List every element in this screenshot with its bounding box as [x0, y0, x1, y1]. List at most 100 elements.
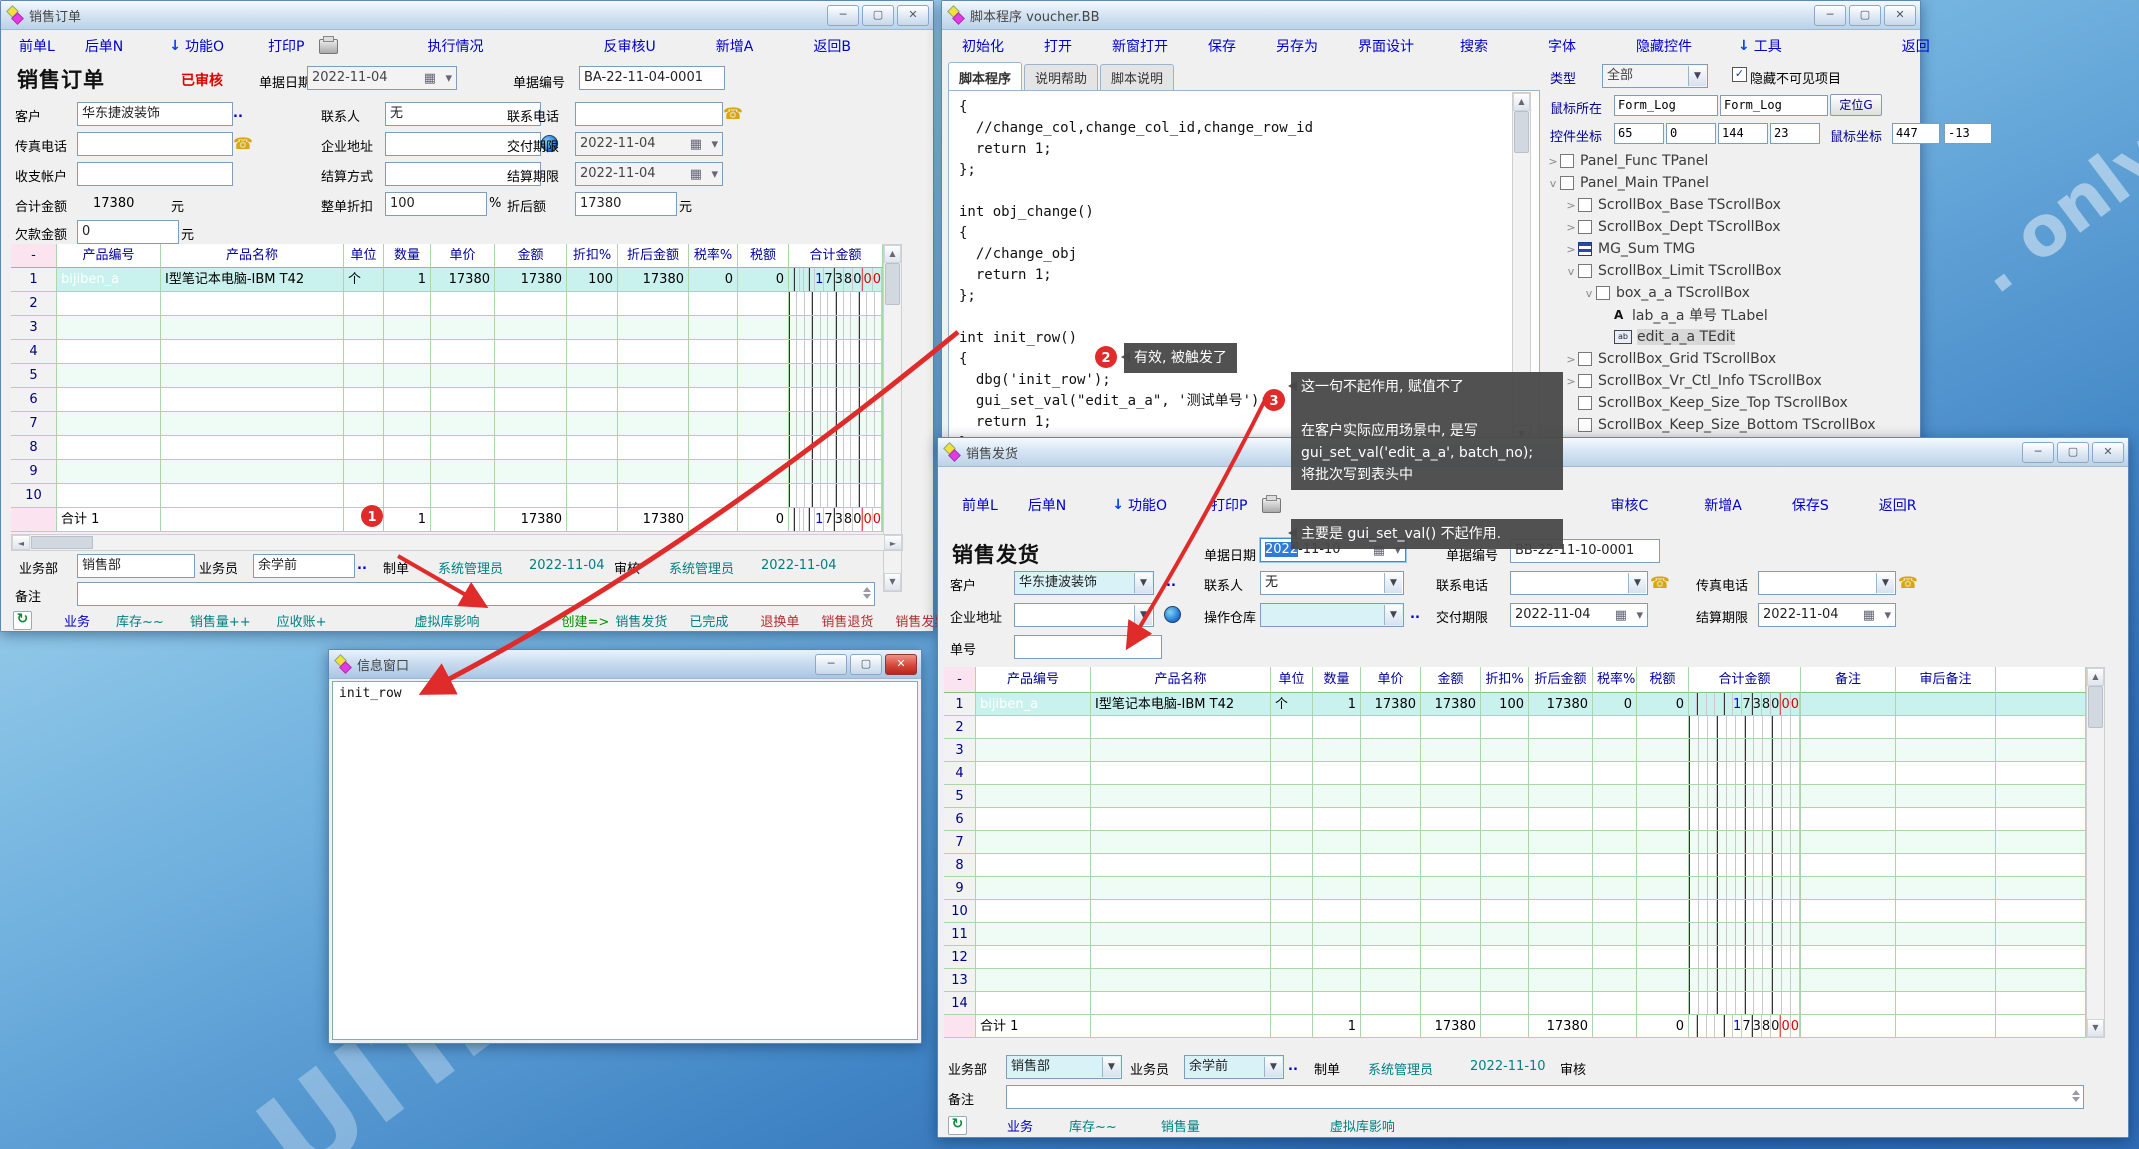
- tree-item-13[interactable]: ScrollBox_Keep_Size_Bottom TScrollBox: [1546, 414, 1914, 436]
- cell-price[interactable]: [1361, 762, 1421, 785]
- cell-taxr[interactable]: [1593, 762, 1637, 785]
- cell-grid[interactable]: [789, 436, 883, 460]
- cell-qty[interactable]: [384, 292, 431, 316]
- tree-item-12[interactable]: ScrollBox_Keep_Size_Top TScrollBox: [1546, 392, 1914, 414]
- cell-unit[interactable]: [1271, 854, 1313, 877]
- cell-name[interactable]: [161, 388, 344, 412]
- cell-tax[interactable]: [1637, 831, 1689, 854]
- chevron-down-icon[interactable]: ▼: [1876, 573, 1894, 593]
- chevron-right-icon[interactable]: >: [1564, 375, 1578, 388]
- chevron-down-icon[interactable]: ▾: [711, 135, 718, 155]
- cell-filler[interactable]: [1996, 946, 2086, 969]
- cell-damount[interactable]: [1529, 900, 1593, 923]
- cell-damount[interactable]: [618, 292, 689, 316]
- checkbox-icon[interactable]: [1560, 176, 1574, 190]
- chevron-down-icon[interactable]: ▼: [1134, 605, 1152, 625]
- cell-anote[interactable]: [1896, 716, 1996, 739]
- cell-grid[interactable]: [789, 364, 883, 388]
- cell-tax[interactable]: [738, 364, 789, 388]
- tab-2[interactable]: 说明帮助: [1024, 64, 1098, 92]
- cell-disc[interactable]: [1481, 992, 1529, 1015]
- printer-icon[interactable]: [1262, 498, 1281, 513]
- column-header-unit[interactable]: 单位: [1271, 667, 1313, 693]
- cell-tax[interactable]: [738, 460, 789, 484]
- action-2[interactable]: 库存~~: [116, 611, 164, 630]
- scroll-right-arrow[interactable]: ►: [884, 535, 902, 550]
- cell-price[interactable]: [1361, 808, 1421, 831]
- calendar-icon[interactable]: ▦: [690, 135, 702, 155]
- control-coord-2[interactable]: 0: [1666, 123, 1716, 144]
- cell-num[interactable]: 7: [944, 831, 976, 854]
- cell-num[interactable]: 6: [11, 388, 57, 412]
- chevron-right-icon[interactable]: >: [1564, 353, 1578, 366]
- cell-note[interactable]: [1801, 739, 1896, 762]
- cell-damount[interactable]: [1529, 716, 1593, 739]
- cell-name[interactable]: [161, 340, 344, 364]
- script-menu-2[interactable]: 打开: [1044, 36, 1072, 56]
- cell-grid[interactable]: [1689, 716, 1801, 739]
- cell-note[interactable]: [1801, 946, 1896, 969]
- sales-order-menu-2[interactable]: 后单N: [85, 36, 123, 56]
- chevron-down-icon[interactable]: v: [1546, 177, 1560, 190]
- calendar-icon[interactable]: ▦: [1863, 606, 1875, 626]
- cell-num[interactable]: 6: [944, 808, 976, 831]
- scroll-thumb[interactable]: [2088, 686, 2103, 728]
- cell-qty[interactable]: [384, 436, 431, 460]
- sales-order-menu-3[interactable]: 功能O: [185, 36, 224, 56]
- cell-anote[interactable]: [1896, 854, 1996, 877]
- cell-qty[interactable]: [1313, 762, 1361, 785]
- note-input[interactable]: [77, 582, 875, 606]
- delivery-row-12[interactable]: 12: [944, 946, 2086, 969]
- chevron-right-icon[interactable]: >: [1564, 221, 1578, 234]
- cell-qty[interactable]: [1313, 969, 1361, 992]
- cell-amount[interactable]: [1421, 969, 1481, 992]
- locate-button[interactable]: 定位G: [1830, 94, 1882, 116]
- cell-disc[interactable]: [1481, 762, 1529, 785]
- spinner-buttons[interactable]: [2070, 1088, 2081, 1104]
- cell-code[interactable]: [976, 900, 1091, 923]
- cell-code[interactable]: [57, 388, 161, 412]
- phone-icon[interactable]: ☎: [723, 104, 743, 123]
- cell-grid[interactable]: [1689, 992, 1801, 1015]
- owed-input[interactable]: 0: [77, 220, 179, 244]
- cell-qty[interactable]: [1313, 716, 1361, 739]
- column-header-amount[interactable]: 金额: [1421, 667, 1481, 693]
- cell-code[interactable]: [976, 877, 1091, 900]
- action-1[interactable]: 业务: [64, 611, 90, 630]
- cell-taxr[interactable]: [1593, 854, 1637, 877]
- staff-combo[interactable]: 余学前▼: [1184, 1055, 1284, 1079]
- cell-taxr[interactable]: 0: [689, 268, 738, 292]
- cell-note[interactable]: [1801, 831, 1896, 854]
- sales-order-minimize-button[interactable]: ─: [827, 5, 859, 26]
- cell-disc[interactable]: 100: [1481, 693, 1529, 716]
- column-header-anote[interactable]: 审后备注: [1896, 667, 1996, 693]
- cell-taxr[interactable]: [1593, 992, 1637, 1015]
- cell-disc[interactable]: [1481, 831, 1529, 854]
- cell-damount[interactable]: [1529, 808, 1593, 831]
- cell-tax[interactable]: [738, 436, 789, 460]
- cell-unit[interactable]: [1271, 831, 1313, 854]
- cell-damount[interactable]: [1529, 739, 1593, 762]
- cell-num[interactable]: 12: [944, 946, 976, 969]
- cell-grid[interactable]: [789, 316, 883, 340]
- sales-order-row-9[interactable]: 9: [11, 460, 883, 484]
- cell-price[interactable]: [1361, 877, 1421, 900]
- cell-anote[interactable]: [1896, 969, 1996, 992]
- cell-grid[interactable]: [1689, 946, 1801, 969]
- delivery-row-11[interactable]: 11: [944, 923, 2086, 946]
- sales-order-menu-5[interactable]: 执行情况: [428, 36, 484, 56]
- cell-taxr[interactable]: [1593, 716, 1637, 739]
- staff-input[interactable]: 余学前: [253, 554, 355, 578]
- hide-invisible-checkbox[interactable]: ✓: [1732, 67, 1747, 82]
- delivery-menu-6[interactable]: 新增A: [1704, 495, 1742, 515]
- cell-price[interactable]: 17380: [431, 268, 495, 292]
- cell-code[interactable]: [976, 808, 1091, 831]
- cell-taxr[interactable]: [1593, 739, 1637, 762]
- scroll-thumb[interactable]: [885, 263, 900, 305]
- settle-deadline-input[interactable]: 2022-11-04▦▾: [1758, 603, 1896, 627]
- cell-grid[interactable]: [789, 484, 883, 508]
- cell-price[interactable]: [1361, 969, 1421, 992]
- tree-item-1[interactable]: >Panel_Func TPanel: [1546, 150, 1914, 172]
- cell-note[interactable]: [1801, 785, 1896, 808]
- cell-unit[interactable]: [1271, 785, 1313, 808]
